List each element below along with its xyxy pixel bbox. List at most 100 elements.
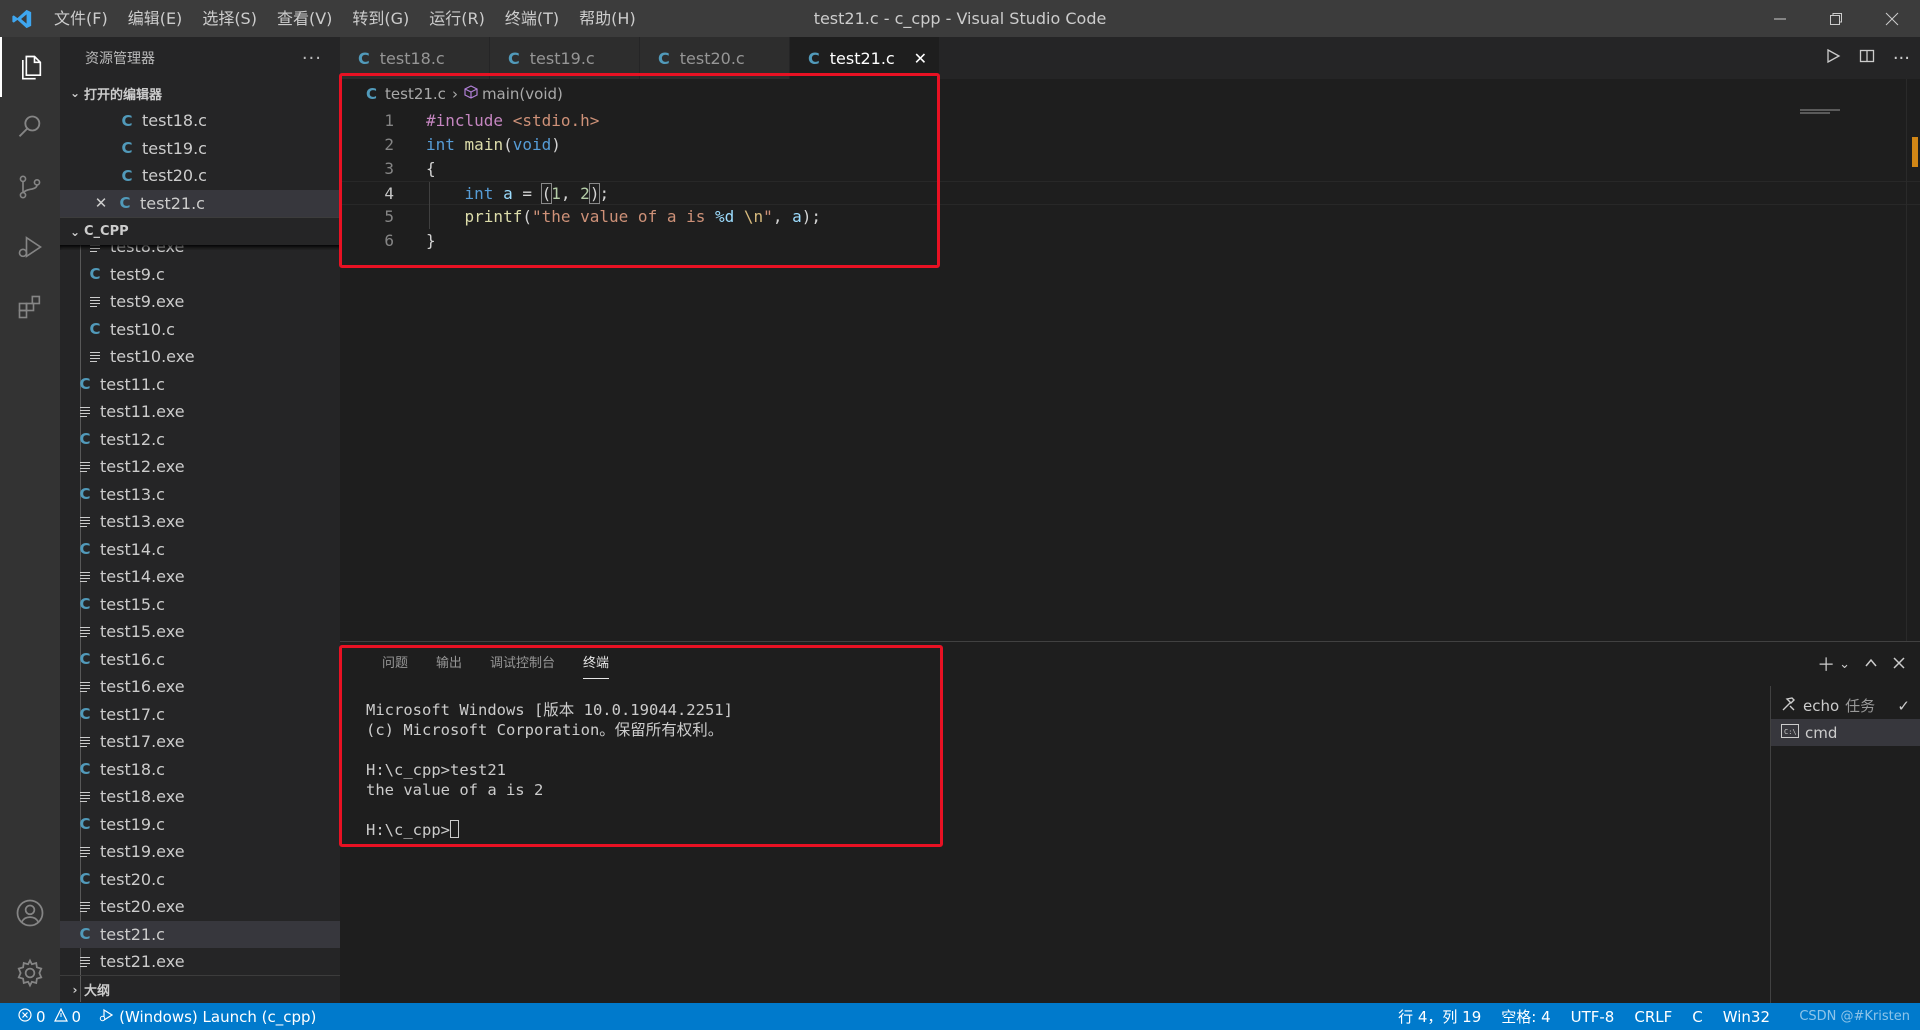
chevron-down-icon[interactable]: ⌄ <box>1839 657 1850 672</box>
encoding[interactable]: UTF-8 <box>1571 1008 1615 1026</box>
file-item[interactable]: Ctest18.c <box>60 756 340 784</box>
maximize-panel-icon[interactable] <box>1864 654 1878 675</box>
menu-edit[interactable]: 编辑(E) <box>118 0 193 37</box>
more-actions-icon[interactable]: ··· <box>302 48 322 69</box>
file-item[interactable]: test13.exe <box>60 508 340 536</box>
open-editor-item-active[interactable]: ✕ Ctest21.c <box>60 189 340 217</box>
file-item[interactable]: Ctest15.c <box>60 591 340 619</box>
tab-debug-console[interactable]: 调试控制台 <box>476 642 569 686</box>
breadcrumb-file[interactable]: test21.c <box>385 85 446 103</box>
terminal-item-echo[interactable]: echo 任务 ✓ <box>1771 692 1920 719</box>
restore-button[interactable] <box>1808 0 1864 37</box>
file-item[interactable]: Ctest12.c <box>60 426 340 454</box>
file-label: test19.exe <box>100 842 185 862</box>
file-item[interactable]: test18.exe <box>60 783 340 811</box>
tab-terminal[interactable]: 终端 <box>569 642 623 686</box>
code-line: 1 #include <stdio.h> <box>340 109 1920 133</box>
file-item[interactable]: Ctest10.c <box>60 316 340 344</box>
menu-help[interactable]: 帮助(H) <box>569 0 646 37</box>
open-editor-item[interactable]: Ctest20.c <box>60 162 340 190</box>
new-terminal-icon[interactable]: ＋ <box>1817 651 1835 677</box>
breadcrumb-symbol[interactable]: main(void) <box>482 85 563 103</box>
menu-run[interactable]: 运行(R) <box>419 0 495 37</box>
c-file-icon: C <box>121 111 133 130</box>
indentation[interactable]: 空格: 4 <box>1501 1006 1550 1027</box>
source-control-icon[interactable] <box>0 157 60 217</box>
terminal-output[interactable]: Microsoft Windows [版本 10.0.19044.2251] (c… <box>366 700 733 840</box>
folder-section-c-cpp[interactable]: ⌄ C_CPP <box>60 217 340 245</box>
file-tree[interactable]: test8.exe Ctest9.c test9.exe Ctest10.c test… <box>60 245 340 1002</box>
file-item[interactable]: Ctest13.c <box>60 481 340 509</box>
file-item[interactable]: Ctest16.c <box>60 646 340 674</box>
open-editors-section[interactable]: ⌄ 打开的编辑器 <box>60 79 340 107</box>
problems-indicator[interactable]: 0 0 <box>18 1007 81 1026</box>
explorer-icon[interactable] <box>0 37 60 97</box>
file-item[interactable]: Ctest19.c <box>60 811 340 839</box>
language-mode[interactable]: C <box>1692 1008 1702 1026</box>
file-label: test20.exe <box>100 897 185 917</box>
end-of-line[interactable]: CRLF <box>1634 1008 1672 1026</box>
file-item[interactable]: Ctest17.c <box>60 701 340 729</box>
menu-file[interactable]: 文件(F) <box>44 0 118 37</box>
file-item[interactable]: test21.exe <box>60 948 340 976</box>
file-item[interactable]: test20.exe <box>60 893 340 921</box>
launch-config[interactable]: (Windows) Launch (c_cpp) <box>99 1008 316 1026</box>
search-icon[interactable] <box>0 97 60 157</box>
more-actions-icon[interactable]: ··· <box>1893 48 1910 69</box>
editor-scrollbar[interactable] <box>1906 79 1920 641</box>
file-item[interactable]: Ctest21.c <box>60 920 340 948</box>
settings-gear-icon[interactable] <box>0 943 60 1003</box>
file-item[interactable]: test9.exe <box>60 288 340 316</box>
tab-test18[interactable]: Ctest18.c <box>340 37 490 79</box>
file-item[interactable]: test19.exe <box>60 838 340 866</box>
platform[interactable]: Win32 <box>1723 1008 1770 1026</box>
close-panel-icon[interactable] <box>1892 654 1906 675</box>
tab-problems[interactable]: 问题 <box>368 642 422 686</box>
accounts-icon[interactable] <box>0 883 60 943</box>
close-window-button[interactable] <box>1864 0 1920 37</box>
terminal-list: echo 任务 ✓ C:\ cmd <box>1770 686 1920 1004</box>
scroll-shadow <box>60 245 340 250</box>
file-item[interactable]: Ctest11.c <box>60 371 340 399</box>
file-item[interactable]: Ctest14.c <box>60 536 340 564</box>
menu-terminal[interactable]: 终端(T) <box>495 0 569 37</box>
file-item[interactable]: test12.exe <box>60 453 340 481</box>
code-editor[interactable]: C test21.c › main(void) 1 #include <stdio… <box>340 79 1920 641</box>
terminal-line: the value of a is 2 <box>366 781 544 799</box>
tab-test21[interactable]: Ctest21.c ✕ <box>790 37 940 79</box>
menu-view[interactable]: 查看(V) <box>267 0 342 37</box>
minimize-button[interactable] <box>1752 0 1808 37</box>
open-editor-item[interactable]: Ctest18.c <box>60 107 340 135</box>
terminal-item-cmd[interactable]: C:\ cmd <box>1771 719 1920 746</box>
split-editor-icon[interactable] <box>1859 48 1875 68</box>
file-item[interactable]: test10.exe <box>60 343 340 371</box>
file-item[interactable]: Ctest20.c <box>60 866 340 894</box>
title-bar: 文件(F) 编辑(E) 选择(S) 查看(V) 转到(G) 运行(R) 终端(T… <box>0 0 1920 37</box>
file-item[interactable]: test16.exe <box>60 673 340 701</box>
file-label: test19.c <box>100 814 165 834</box>
file-item[interactable]: test17.exe <box>60 728 340 756</box>
tab-output[interactable]: 输出 <box>422 642 476 686</box>
file-label: test18.exe <box>100 787 185 807</box>
minimap[interactable] <box>1800 109 1910 115</box>
menu-go[interactable]: 转到(G) <box>342 0 419 37</box>
menu-selection[interactable]: 选择(S) <box>192 0 267 37</box>
file-item[interactable]: test15.exe <box>60 618 340 646</box>
tab-test20[interactable]: Ctest20.c <box>640 37 790 79</box>
exe-file-icon <box>74 846 96 858</box>
cursor-position[interactable]: 行 4，列 19 <box>1398 1006 1481 1027</box>
close-editor-icon[interactable]: ✕ <box>90 194 112 212</box>
outline-section[interactable]: › 大纲 <box>60 975 340 1003</box>
close-tab-icon[interactable]: ✕ <box>914 49 927 68</box>
open-editor-item[interactable]: Ctest19.c <box>60 135 340 163</box>
chevron-down-icon: ⌄ <box>69 224 81 239</box>
file-item[interactable]: Ctest9.c <box>60 261 340 289</box>
file-item[interactable]: test14.exe <box>60 563 340 591</box>
file-label: test10.exe <box>110 347 195 367</box>
file-item[interactable]: test11.exe <box>60 398 340 426</box>
tab-test19[interactable]: Ctest19.c <box>490 37 640 79</box>
extensions-icon[interactable] <box>0 277 60 337</box>
run-debug-icon[interactable] <box>0 217 60 277</box>
code-area[interactable]: 1 #include <stdio.h> 2 int main(void) 3{ 4… <box>340 109 1920 253</box>
run-file-icon[interactable] <box>1825 48 1841 68</box>
